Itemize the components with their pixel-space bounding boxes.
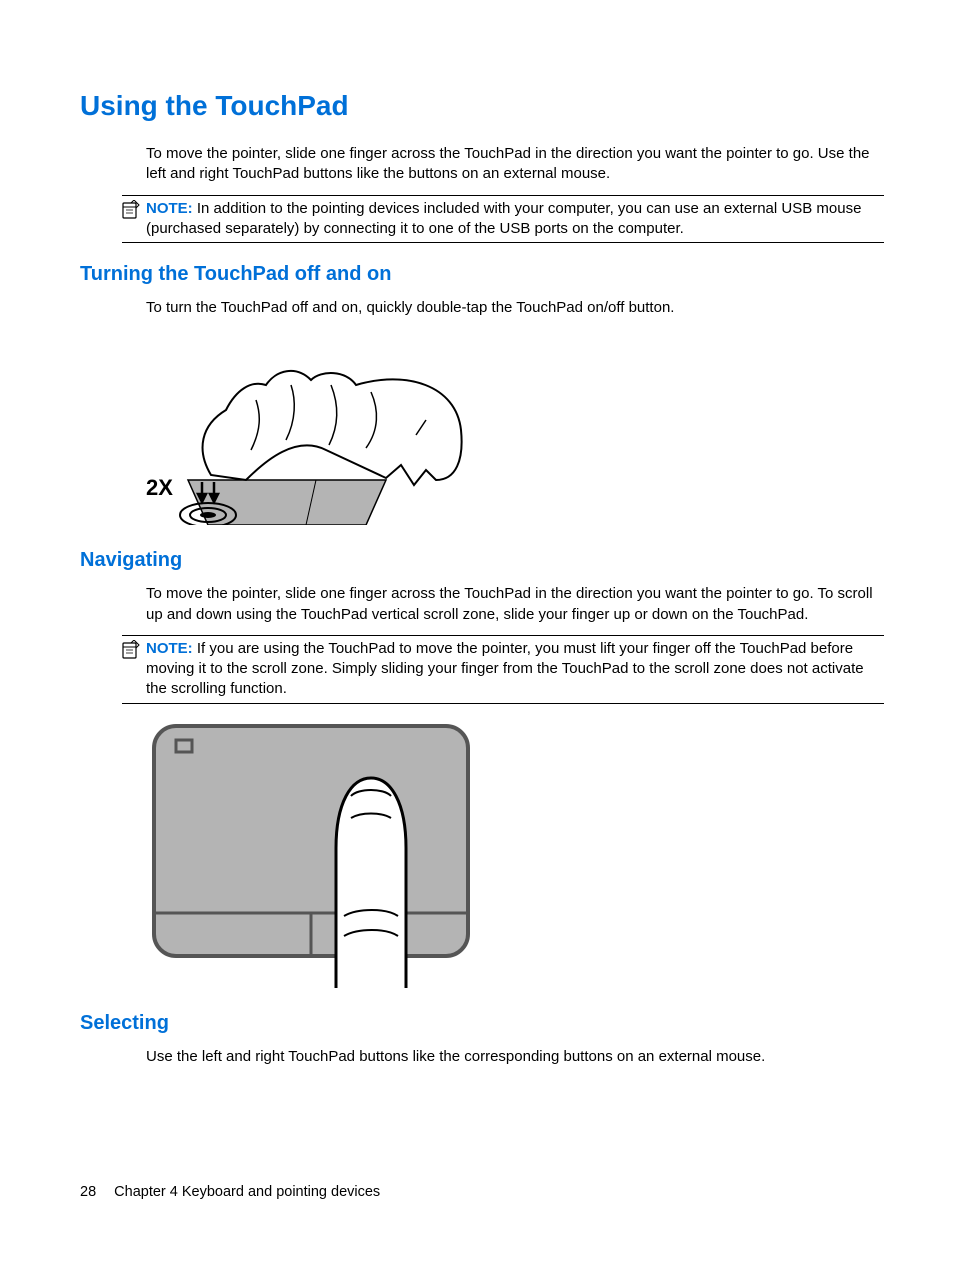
illustration-double-tap: 2X — [146, 330, 884, 529]
illustration-navigate-finger — [146, 718, 884, 992]
note-label: NOTE: — [146, 640, 193, 657]
note-text: If you are using the TouchPad to move th… — [146, 640, 864, 698]
section-heading-turning: Turning the TouchPad off and on — [80, 263, 884, 286]
note-icon — [120, 200, 140, 226]
section-heading-selecting: Selecting — [80, 1012, 884, 1035]
intro-paragraph: To move the pointer, slide one finger ac… — [146, 144, 884, 185]
note-block: NOTE: In addition to the pointing device… — [122, 195, 884, 244]
chapter-title: Chapter 4 Keyboard and pointing devices — [114, 1184, 380, 1200]
section-heading-navigating: Navigating — [80, 549, 884, 572]
page-number: 28 — [80, 1184, 96, 1200]
navigating-paragraph: To move the pointer, slide one finger ac… — [146, 584, 884, 625]
note-block-navigating: NOTE: If you are using the TouchPad to m… — [122, 635, 884, 704]
note-label: NOTE: — [146, 200, 193, 217]
page-footer: 28 Chapter 4 Keyboard and pointing devic… — [80, 1184, 380, 1200]
selecting-paragraph: Use the left and right TouchPad buttons … — [146, 1047, 884, 1067]
note-icon — [120, 640, 140, 666]
note-text: In addition to the pointing devices incl… — [146, 200, 861, 237]
turning-paragraph: To turn the TouchPad off and on, quickly… — [146, 298, 884, 318]
tap-count-label: 2X — [146, 475, 173, 500]
page-heading: Using the TouchPad — [80, 90, 884, 122]
